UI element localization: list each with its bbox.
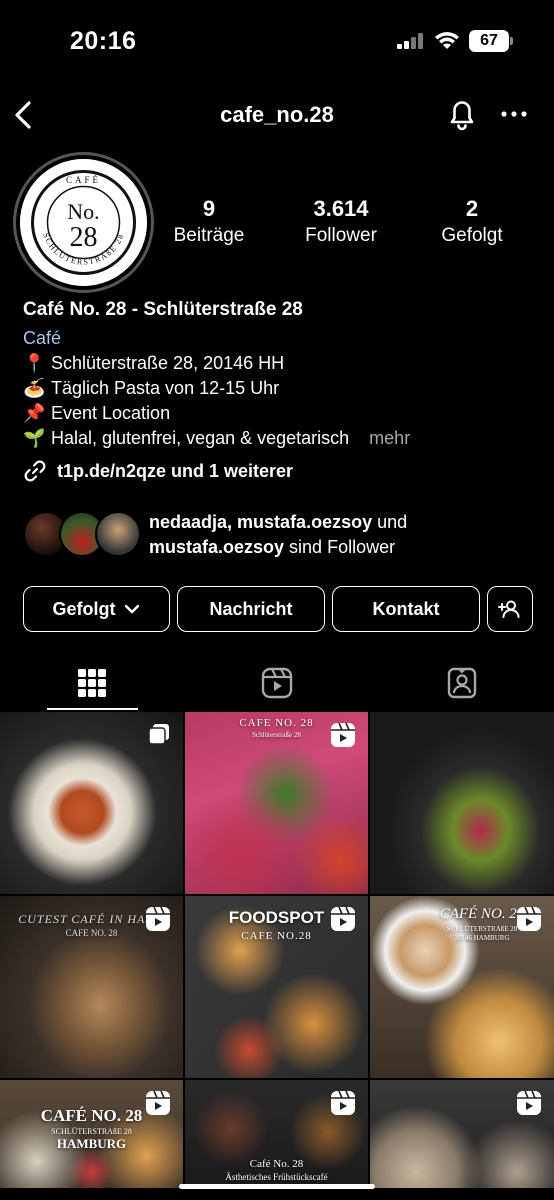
- add-person-icon: [498, 600, 520, 618]
- avatar: [95, 511, 141, 557]
- post-tile[interactable]: [0, 712, 183, 894]
- pasta-icon: 🍝: [23, 378, 46, 398]
- profile-header: cafe_no.28: [0, 90, 554, 140]
- grid-icon: [78, 669, 106, 697]
- seedling-icon: 🌱: [23, 428, 46, 448]
- post-tile[interactable]: FOODSPOT CAFE NO.28: [185, 896, 368, 1078]
- reel-icon: [331, 722, 355, 747]
- wifi-icon: [435, 32, 459, 49]
- post-tile[interactable]: CAFÉ NO. 28 SCHLÜTERSTRAßE 28 20146 HAMB…: [370, 896, 554, 1078]
- bio-line-text: Schlüterstraße 28, 20146 HH: [51, 353, 285, 373]
- contact-button-label: Kontakt: [372, 598, 440, 619]
- post-overlay-subtitle2: 20146 HAMBURG: [454, 934, 510, 942]
- stat-posts-label: Beiträge: [173, 225, 245, 246]
- stat-followers-label: Follower: [305, 225, 377, 246]
- status-time: 20:16: [70, 27, 137, 55]
- reel-icon: [517, 906, 541, 931]
- reels-icon: [261, 667, 293, 699]
- status-bar: 20:16 67: [0, 0, 554, 80]
- post-overlay-title: Café No. 28: [249, 1158, 304, 1170]
- followed-by[interactable]: nedaadja, mustafa.oezsoy und mustafa.oez…: [23, 510, 407, 560]
- reel-icon: [517, 1090, 541, 1115]
- reel-icon: [331, 906, 355, 931]
- post-tile[interactable]: Café No. 28 Ästhetisches Frühstückscafé: [185, 1080, 368, 1188]
- logo-center-line1: No.: [67, 199, 99, 224]
- follower-avatars: [23, 511, 141, 559]
- profile-actions: Gefolgt Nachricht Kontakt: [23, 586, 534, 632]
- post-tile[interactable]: CAFÉ NO. 28 SCHLÜTERSTRAßE 28 HAMBURG: [0, 1080, 183, 1188]
- post-tile[interactable]: CUTEST CAFÉ IN HAMB CAFE NO. 28: [0, 896, 183, 1078]
- tagged-person-icon: [447, 667, 477, 699]
- stat-following-label: Gefolgt: [441, 225, 503, 246]
- follower-name: mustafa.oezsoy: [149, 537, 285, 557]
- bio-link-text: t1p.de/n2qze und 1 weiterer: [57, 460, 294, 481]
- follower-name: mustafa.oezsoy: [237, 512, 373, 532]
- link-icon: [24, 460, 46, 482]
- post-overlay-subtitle: Ästhetisches Frühstückscafé: [225, 1172, 328, 1182]
- profile-display-name: Café No. 28 - Schlüterstraße 28: [23, 299, 303, 320]
- message-button[interactable]: Nachricht: [177, 586, 325, 632]
- bio-line-text: Event Location: [51, 403, 171, 423]
- more-options-icon[interactable]: [500, 102, 528, 126]
- bio-line: 📌 Event Location: [23, 401, 533, 426]
- contact-button[interactable]: Kontakt: [332, 586, 480, 632]
- pushpin-icon: 📌: [23, 403, 46, 423]
- logo-center-line2: 28: [70, 222, 98, 253]
- tab-reels[interactable]: [185, 656, 369, 710]
- reel-icon: [331, 1090, 355, 1115]
- bio-website-link[interactable]: t1p.de/n2qze und 1 weiterer: [23, 459, 533, 483]
- reel-icon: [146, 1090, 170, 1115]
- posts-grid: CAFE NO. 28 Schlüterstraße 28 CUTEST CAF…: [0, 712, 554, 1188]
- chevron-down-icon: [124, 604, 139, 614]
- post-overlay-subtitle2: HAMBURG: [56, 1136, 127, 1151]
- follower-name: nedaadja: [149, 512, 228, 532]
- stat-posts-value: 9: [202, 196, 216, 221]
- profile-category: Café: [23, 328, 62, 348]
- carousel-icon: [148, 724, 169, 745]
- tab-tagged[interactable]: [370, 656, 554, 710]
- stat-followers[interactable]: 3.614 Follower: [298, 196, 384, 248]
- logo-top-text: CAFÉ: [66, 175, 101, 185]
- tab-posts-grid[interactable]: [0, 656, 184, 710]
- suggested-accounts-button[interactable]: [487, 586, 533, 632]
- separator: ,: [227, 512, 238, 532]
- bio-line: 🌱 Halal, glutenfrei, vegan & vegetarisch m…: [23, 426, 533, 451]
- stat-following-value: 2: [465, 196, 479, 221]
- stat-followers-value: 3.614: [313, 196, 369, 221]
- conjunction: und: [372, 512, 408, 532]
- pin-icon: 📍: [23, 353, 46, 373]
- post-tile[interactable]: CAFE NO. 28 Schlüterstraße 28: [185, 712, 368, 894]
- bio-line: 🍝 Täglich Pasta von 12-15 Uhr: [23, 376, 533, 401]
- profile-tabs: [0, 656, 554, 710]
- home-indicator[interactable]: [179, 1184, 375, 1189]
- message-button-label: Nachricht: [209, 598, 293, 619]
- reel-icon: [146, 906, 170, 931]
- cellular-signal-icon: [397, 33, 423, 49]
- following-button[interactable]: Gefolgt: [23, 586, 170, 632]
- post-tile[interactable]: [370, 712, 554, 894]
- followed-by-tail: sind Follower: [284, 537, 396, 557]
- stat-posts[interactable]: 9 Beiträge: [168, 196, 250, 248]
- bio-line-text: Täglich Pasta von 12-15 Uhr: [51, 378, 280, 398]
- post-overlay-subtitle: SCHLÜTERSTRAßE 28: [51, 1127, 132, 1136]
- battery-icon: 67: [469, 30, 513, 52]
- bell-icon[interactable]: [446, 97, 478, 131]
- profile-bio: Café No. 28 - Schlüterstraße 28 Café 📍 Sc…: [23, 298, 533, 483]
- followed-by-text: nedaadja, mustafa.oezsoy und mustafa.oez…: [149, 510, 407, 560]
- stat-following[interactable]: 2 Gefolgt: [434, 196, 510, 248]
- post-tile[interactable]: [370, 1080, 554, 1188]
- bio-more-link[interactable]: mehr: [369, 428, 410, 448]
- cafe-logo-image: CAFÉ No. 28 SCHLÜTERSTRAßE 28: [20, 159, 147, 286]
- following-button-label: Gefolgt: [52, 598, 116, 619]
- profile-avatar[interactable]: CAFÉ No. 28 SCHLÜTERSTRAßE 28: [13, 152, 154, 293]
- bio-line-text: Halal, glutenfrei, vegan & vegetarisch: [51, 428, 350, 448]
- bio-line: 📍 Schlüterstraße 28, 20146 HH: [23, 351, 533, 376]
